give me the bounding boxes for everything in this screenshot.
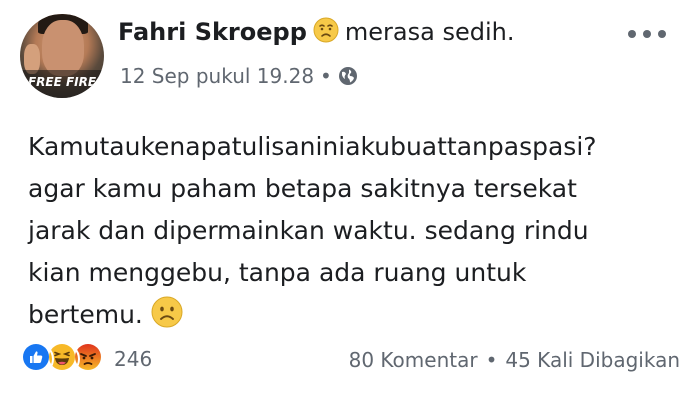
like-icon xyxy=(22,343,54,375)
post-timestamp[interactable]: 12 Sep pukul 19.28 xyxy=(120,64,314,88)
post-text-line-last: bertemu. xyxy=(28,294,688,341)
more-dot-icon xyxy=(658,30,666,38)
more-dot-icon xyxy=(628,30,636,38)
more-options-button[interactable] xyxy=(626,24,670,44)
meta-separator: • xyxy=(320,64,332,88)
post-text-line: kian menggebu, tanpa ada ruang untuk xyxy=(28,258,527,287)
author-name[interactable]: Fahri Skroepp xyxy=(118,18,307,46)
shares-count-link[interactable]: 45 Kali Dibagikan xyxy=(505,348,680,372)
avatar-logo-text: FREE FIRE xyxy=(20,70,104,98)
globe-icon[interactable] xyxy=(338,65,358,93)
feeling-text: merasa sedih. xyxy=(344,18,515,46)
post-meta: 12 Sep pukul 19.28 • xyxy=(120,62,358,93)
post-body: Kamutaukenapatulisaniniakubuattanpaspasi… xyxy=(28,126,688,341)
frowning-face-icon xyxy=(151,296,183,341)
avatar-face xyxy=(42,20,84,76)
comments-count-link[interactable]: 80 Komentar xyxy=(349,348,478,372)
facebook-post: FREE FIRE Fahri Skroepp merasa sedih. 12… xyxy=(0,0,700,400)
sad-face-icon xyxy=(313,17,339,51)
post-text-line: bertemu. xyxy=(28,300,143,329)
post-text-line: agar kamu paham betapa sakitnya tersekat xyxy=(28,174,577,203)
stats-separator: • xyxy=(485,348,498,372)
engagement-stats: 80 Komentar • 45 Kali Dibagikan xyxy=(349,346,680,374)
post-header: Fahri Skroepp merasa sedih. xyxy=(118,16,514,51)
post-text-line: jarak dan dipermainkan waktu. sedang rin… xyxy=(28,216,589,245)
reactions-summary[interactable]: 246 xyxy=(22,343,153,375)
post-text-line: Kamutaukenapatulisaniniakubuattanpaspasi… xyxy=(28,132,597,161)
more-dot-icon xyxy=(643,30,651,38)
author-avatar[interactable]: FREE FIRE xyxy=(20,14,104,98)
reaction-count: 246 xyxy=(114,347,153,371)
